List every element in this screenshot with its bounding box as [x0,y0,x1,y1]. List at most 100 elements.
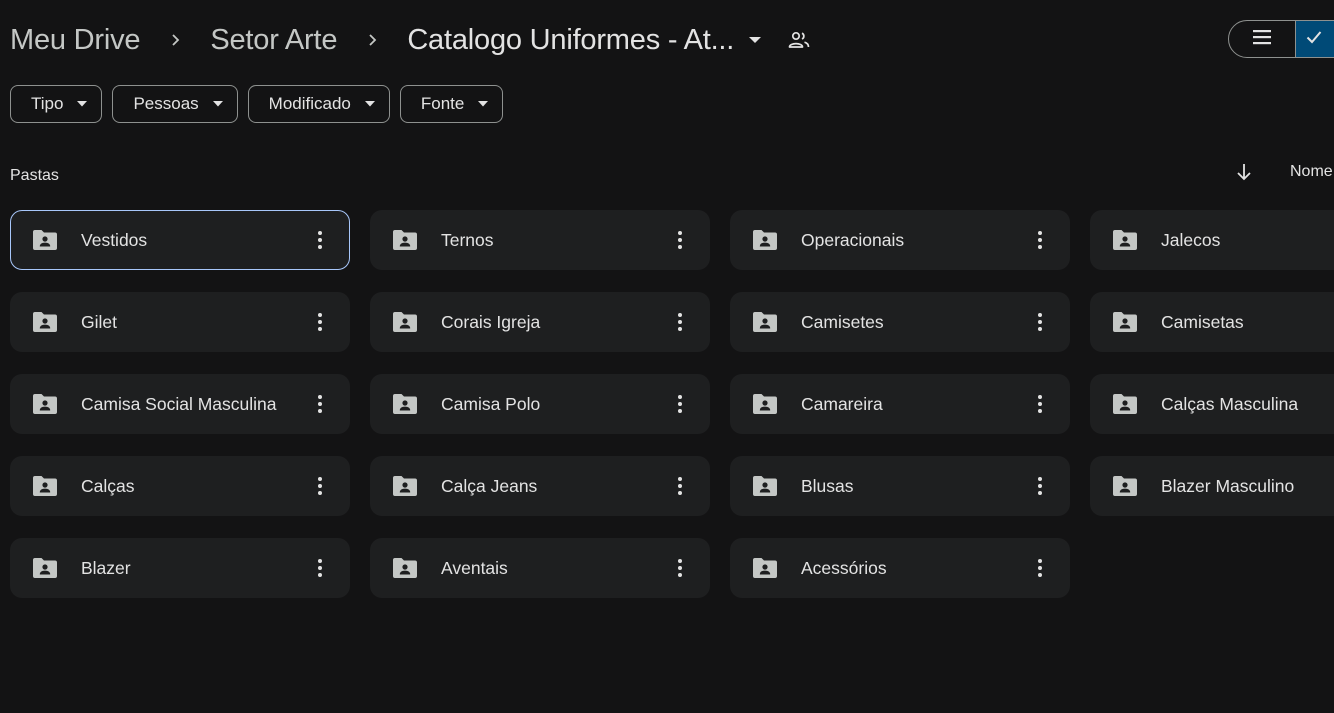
caret-down-icon [77,101,88,107]
more-vert-icon[interactable] [308,556,332,580]
folder-card-camareira[interactable]: Camareira [730,374,1070,434]
folder-name: Blazer [81,557,131,578]
folder-card-jalecos[interactable]: Jalecos [1090,210,1334,270]
filter-label: Modificado [268,94,351,113]
shared-folder-icon [32,311,58,333]
more-vert-icon[interactable] [1028,228,1052,252]
more-vert-icon[interactable] [308,228,332,252]
more-vert-icon[interactable] [308,392,332,416]
folder-card-calcas[interactable]: Calças [10,456,350,516]
folder-name: Corais Igreja [441,311,541,332]
shared-folder-icon [1112,475,1138,497]
shared-folder-icon [752,557,778,579]
filter-label: Fonte [420,94,465,113]
filter-tipo[interactable]: Tipo [10,85,103,123]
shared-folder-icon [32,557,58,579]
breadcrumb-item-setor-arte[interactable]: Setor Arte [210,24,337,57]
folder-name: Calça Jeans [441,475,538,496]
more-vert-icon[interactable] [1028,556,1052,580]
folder-name: Camisa Polo [441,393,541,414]
more-vert-icon[interactable] [668,310,692,334]
folder-name: Calças [81,475,135,496]
breadcrumb: Meu Drive Setor Arte Catalogo Uniformes … [10,18,810,62]
folder-card-acessorios[interactable]: Acessórios [730,538,1070,598]
more-vert-icon[interactable] [308,310,332,334]
folder-name: Operacionais [801,229,905,250]
folder-grid: Vestidos Ternos Operacionais Jalecos Gil… [10,210,1334,598]
folder-name: Acessórios [801,557,887,578]
more-vert-icon[interactable] [668,228,692,252]
list-view-icon [1253,29,1271,50]
filter-label: Tipo [31,94,64,113]
folder-card-vestidos[interactable]: Vestidos [10,210,350,270]
shared-folder-icon [1112,229,1138,251]
caret-down-icon [212,101,223,107]
folder-card-blazer[interactable]: Blazer [10,538,350,598]
folder-card-camisetes[interactable]: Camisetes [730,292,1070,352]
folder-card-camisetas[interactable]: Camisetas [1090,292,1334,352]
more-vert-icon[interactable] [1028,474,1052,498]
folder-card-ternos[interactable]: Ternos [370,210,710,270]
folder-card-gilet[interactable]: Gilet [10,292,350,352]
folder-name: Calças Masculina [1161,393,1299,414]
folder-name: Ternos [441,229,494,250]
folder-card-blazer-masculino[interactable]: Blazer Masculino [1090,456,1334,516]
folder-card-camisa-social-masculina[interactable]: Camisa Social Masculina [10,374,350,434]
sort-by-name-button[interactable]: Nome [1290,163,1333,181]
shared-folder-icon [752,311,778,333]
caret-down-icon [364,101,375,107]
breadcrumb-current-folder[interactable]: Catalogo Uniformes - At... [407,24,734,57]
caret-down-icon [478,101,489,107]
check-icon [1306,30,1322,49]
arrow-down-icon[interactable] [1234,162,1254,187]
folder-card-calca-jeans[interactable]: Calça Jeans [370,456,710,516]
more-vert-icon[interactable] [1028,392,1052,416]
folder-card-operacionais[interactable]: Operacionais [730,210,1070,270]
shared-folder-icon [32,475,58,497]
folder-name: Camisa Social Masculina [81,393,277,414]
grid-view-button[interactable] [1295,21,1334,57]
drive-page: Meu Drive Setor Arte Catalogo Uniformes … [0,0,1334,713]
folder-name: Camisetes [801,311,884,332]
caret-down-icon[interactable] [748,35,762,45]
folder-name: Camisetas [1161,311,1244,332]
folder-card-corais-igreja[interactable]: Corais Igreja [370,292,710,352]
more-vert-icon[interactable] [668,556,692,580]
folder-name: Blusas [801,475,854,496]
folder-card-calcas-masculina[interactable]: Calças Masculina [1090,374,1334,434]
folder-card-camisa-polo[interactable]: Camisa Polo [370,374,710,434]
shared-folder-icon [392,393,418,415]
filter-pessoas[interactable]: Pessoas [112,85,238,123]
shared-folder-icon [392,557,418,579]
folder-card-aventais[interactable]: Aventais [370,538,710,598]
breadcrumb-item-meu-drive[interactable]: Meu Drive [10,24,141,57]
shared-folder-icon [32,229,58,251]
shared-folder-icon [1112,393,1138,415]
filter-fonte[interactable]: Fonte [399,85,504,123]
folder-name: Camareira [801,393,883,414]
list-view-button[interactable] [1229,21,1295,57]
folder-name: Aventais [441,557,508,578]
folder-name: Blazer Masculino [1161,475,1295,496]
shared-folder-icon [392,311,418,333]
shared-folder-icon [1112,311,1138,333]
folder-name: Gilet [81,311,117,332]
section-title: Pastas [10,167,59,184]
more-vert-icon[interactable] [668,474,692,498]
shared-folder-icon [32,393,58,415]
folder-card-blusas[interactable]: Blusas [730,456,1070,516]
view-toggle [1228,20,1334,58]
more-vert-icon[interactable] [308,474,332,498]
chevron-right-icon [337,33,407,47]
shared-folder-icon [752,393,778,415]
shared-folder-icon [392,229,418,251]
filter-bar: Tipo Pessoas Modificado Fonte [10,85,504,123]
more-vert-icon[interactable] [1028,310,1052,334]
people-icon[interactable] [788,31,810,49]
more-vert-icon[interactable] [668,392,692,416]
folder-name: Vestidos [81,229,148,250]
shared-folder-icon [752,229,778,251]
filter-modificado[interactable]: Modificado [247,85,390,123]
shared-folder-icon [752,475,778,497]
filter-label: Pessoas [133,94,199,113]
